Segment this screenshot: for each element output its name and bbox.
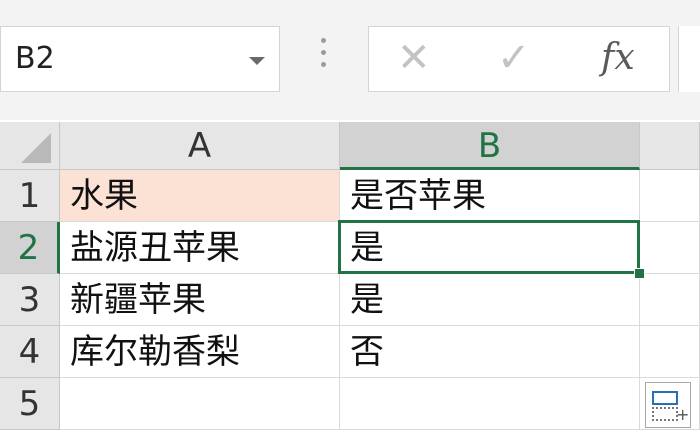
plus-icon: + — [676, 405, 690, 424]
column-header-b[interactable]: B — [340, 122, 640, 170]
formula-input[interactable] — [678, 26, 700, 92]
cell-c2[interactable] — [640, 222, 700, 274]
cell-a1[interactable]: 水果 — [60, 170, 340, 222]
table-icon — [652, 391, 678, 405]
check-icon[interactable]: ✓ — [497, 35, 531, 81]
cell-a5[interactable] — [60, 378, 340, 430]
name-box[interactable]: B2 — [0, 26, 280, 92]
fill-handle[interactable] — [634, 268, 645, 279]
row-header-1[interactable]: 1 — [0, 170, 60, 222]
insert-function-icon[interactable]: fx — [601, 37, 635, 78]
cell-c4[interactable] — [640, 326, 700, 378]
name-box-value: B2 — [15, 41, 55, 76]
row-header-2[interactable]: 2 — [0, 222, 60, 274]
cell-b1[interactable]: 是否苹果 — [340, 170, 640, 222]
cell-c3[interactable] — [640, 274, 700, 326]
cell-a4[interactable]: 库尔勒香梨 — [60, 326, 340, 378]
select-all-corner[interactable] — [0, 122, 60, 170]
cell-c1[interactable] — [640, 170, 700, 222]
cell-b3[interactable]: 是 — [340, 274, 640, 326]
cell-a2[interactable]: 盐源丑苹果 — [60, 222, 340, 274]
column-header-c[interactable] — [640, 122, 700, 170]
cell-b4[interactable]: 否 — [340, 326, 640, 378]
resize-grip-icon[interactable] — [318, 38, 328, 78]
cancel-icon[interactable]: ✕ — [397, 35, 431, 81]
quick-analysis-button[interactable]: + — [645, 382, 691, 428]
formula-bar-buttons: ✕ ✓ fx — [368, 26, 670, 92]
column-header-a[interactable]: A — [60, 122, 340, 170]
chevron-down-icon[interactable] — [249, 57, 265, 65]
cell-a3[interactable]: 新疆苹果 — [60, 274, 340, 326]
row-header-4[interactable]: 4 — [0, 326, 60, 378]
row-header-5[interactable]: 5 — [0, 378, 60, 430]
cell-b2[interactable]: 是 — [340, 222, 640, 274]
cell-b5[interactable] — [340, 378, 640, 430]
selection-icon — [652, 407, 678, 421]
select-all-triangle-icon — [21, 133, 51, 163]
row-header-3[interactable]: 3 — [0, 274, 60, 326]
